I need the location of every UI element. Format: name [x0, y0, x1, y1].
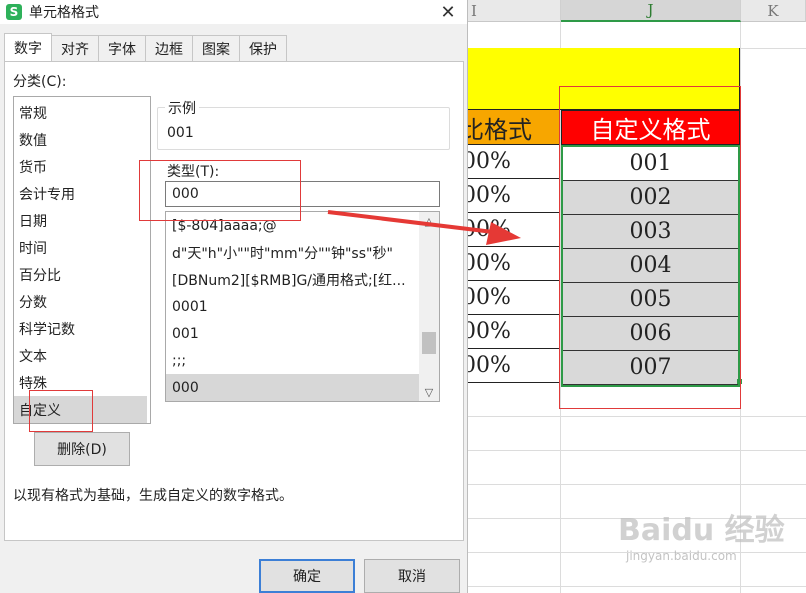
category-item[interactable]: 文本	[14, 342, 150, 369]
format-description: 以现有格式为基础，生成自定义的数字格式。	[13, 488, 293, 504]
category-list[interactable]: 常规 数值 货币 会计专用 日期 时间 百分比 分数 科学记数 文本 特殊 自定…	[13, 96, 151, 424]
format-cells-dialog: S 单元格格式 ✕ 数字 对齐 字体 边框 图案 保护 分类(C): 常规 数值…	[0, 0, 468, 593]
gridline	[468, 586, 806, 587]
column-header-j[interactable]: J	[561, 0, 741, 22]
dialog-titlebar[interactable]: S 单元格格式	[0, 0, 467, 24]
annotation-box-type	[139, 160, 301, 221]
gridline	[468, 484, 806, 485]
format-item[interactable]: 0001	[166, 293, 416, 320]
category-item[interactable]: 数值	[14, 126, 150, 153]
tab-pattern[interactable]: 图案	[192, 35, 240, 61]
sample-value: 001	[167, 125, 194, 141]
percent-cell[interactable]: 00%	[462, 145, 560, 179]
category-item[interactable]: 货币	[14, 153, 150, 180]
category-item[interactable]: 科学记数	[14, 315, 150, 342]
category-item[interactable]: 百分比	[14, 261, 150, 288]
format-item[interactable]: 001	[166, 320, 416, 347]
annotation-box-result	[559, 86, 741, 409]
percent-cell[interactable]: 00%	[462, 315, 560, 349]
category-label: 分类(C):	[13, 74, 67, 90]
sample-group	[157, 107, 450, 150]
watermark: Baidu 经验 jingyan.baidu.com	[618, 513, 785, 563]
category-item[interactable]: 日期	[14, 207, 150, 234]
wps-spreadsheet-icon: S	[6, 4, 22, 20]
percent-column: 00% 00% 00% 00% 00% 00% 00%	[462, 145, 560, 383]
format-item[interactable]: [DBNum2][$RMB]G/通用格式;[红...	[166, 266, 416, 293]
tab-protection[interactable]: 保护	[239, 35, 287, 61]
delete-button[interactable]: 删除(D)	[34, 432, 130, 466]
cancel-button[interactable]: 取消	[364, 559, 460, 593]
tab-border[interactable]: 边框	[145, 35, 193, 61]
category-item[interactable]: 常规	[14, 99, 150, 126]
chevron-down-icon[interactable]: ▽	[419, 383, 439, 401]
format-item[interactable]: d"天"h"小""时"mm"分""钟"ss"秒"	[166, 239, 416, 266]
gridline	[468, 450, 806, 451]
format-item-selected[interactable]: 000	[166, 374, 422, 401]
format-list[interactable]: [$-804]aaaa;@ d"天"h"小""时"mm"分""钟"ss"秒" […	[165, 211, 440, 402]
scrollbar-thumb[interactable]	[422, 332, 436, 354]
percent-cell[interactable]: 00%	[462, 281, 560, 315]
header-cell-percent[interactable]: 比格式	[460, 110, 560, 145]
category-item[interactable]: 分数	[14, 288, 150, 315]
format-item[interactable]: ;;;	[166, 347, 416, 374]
annotation-box-custom	[29, 390, 93, 432]
chevron-up-icon[interactable]: △	[419, 212, 439, 230]
sample-legend: 示例	[165, 98, 199, 118]
gridline	[468, 416, 806, 417]
tab-bar: 数字 对齐 字体 边框 图案 保护	[4, 33, 287, 61]
tab-number[interactable]: 数字	[4, 33, 52, 61]
percent-cell[interactable]: 00%	[462, 247, 560, 281]
column-header-i[interactable]: I	[468, 0, 561, 22]
category-item[interactable]: 会计专用	[14, 180, 150, 207]
close-icon[interactable]: ✕	[436, 0, 460, 24]
ok-button[interactable]: 确定	[259, 559, 355, 593]
tab-alignment[interactable]: 对齐	[51, 35, 99, 61]
tab-font[interactable]: 字体	[98, 35, 146, 61]
format-list-scrollbar[interactable]: △ ▽	[419, 212, 439, 401]
dialog-title: 单元格格式	[29, 5, 99, 21]
percent-cell[interactable]: 00%	[462, 179, 560, 213]
percent-cell[interactable]: 00%	[462, 349, 560, 383]
category-item[interactable]: 时间	[14, 234, 150, 261]
column-header-k[interactable]: K	[741, 0, 806, 22]
percent-cell[interactable]: 00%	[462, 213, 560, 247]
spreadsheet: I J K 比格式 自定义格式 00% 00% 00% 00% 00% 00% …	[460, 0, 806, 593]
